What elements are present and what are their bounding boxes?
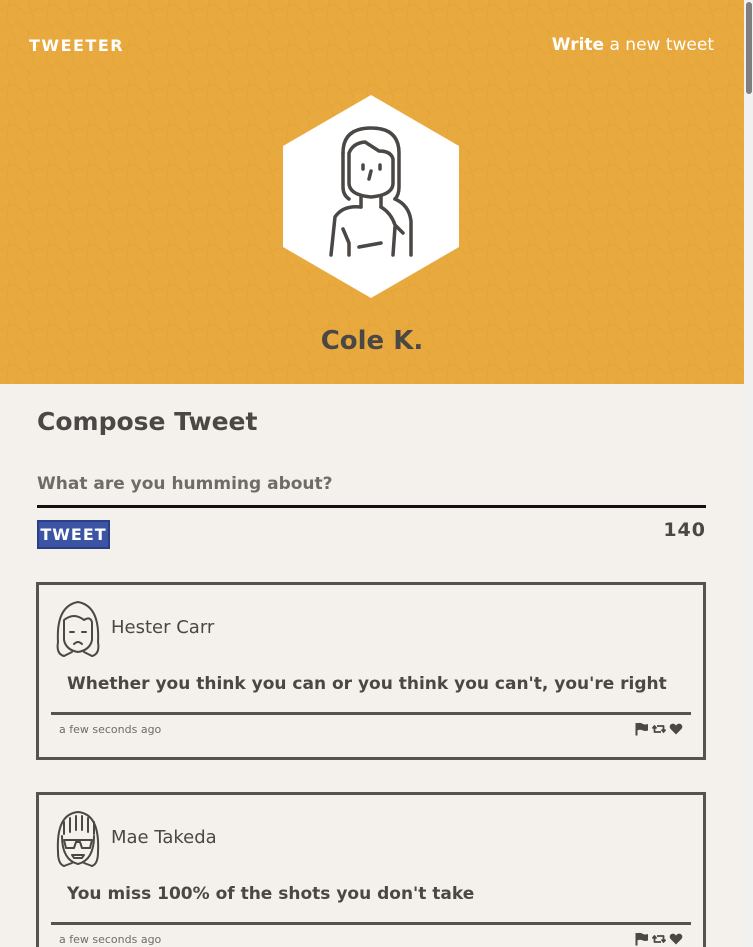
tweet-text-input[interactable] [37, 462, 706, 508]
retweet-icon[interactable] [652, 722, 666, 736]
heart-icon[interactable] [669, 722, 683, 736]
tweet-card: Mae Takeda You miss 100% of the shots yo… [36, 792, 706, 947]
retweet-icon[interactable] [652, 932, 666, 946]
heart-icon[interactable] [669, 932, 683, 946]
write-link-bold: Write [551, 35, 605, 55]
flag-icon[interactable] [635, 932, 649, 946]
character-counter: 140 [663, 519, 706, 541]
page: TWEETER Write a new tweet Cole K. Compos… [0, 0, 753, 947]
tweet-timestamp: a few seconds ago [59, 933, 162, 946]
profile-avatar [283, 95, 459, 298]
tweet-author[interactable]: Hester Carr [111, 617, 214, 638]
tweet-text: You miss 100% of the shots you don't tak… [67, 884, 475, 904]
tweet-submit-button[interactable]: TWEET [37, 520, 110, 549]
profile-header: TWEETER Write a new tweet Cole K. [0, 0, 744, 384]
woman-frown-avatar-icon [56, 601, 100, 657]
scrollbar-track[interactable] [744, 0, 753, 947]
tweet-actions [635, 722, 683, 736]
tweet-divider [51, 922, 691, 925]
flag-icon[interactable] [635, 722, 649, 736]
app-logo[interactable]: TWEETER [29, 36, 124, 55]
scrollbar-thumb[interactable] [746, 2, 752, 94]
write-tweet-link[interactable]: Write a new tweet [552, 35, 714, 55]
tweet-author[interactable]: Mae Takeda [111, 827, 217, 848]
woman-sunglasses-avatar-icon [56, 811, 100, 867]
profile-name: Cole K. [320, 326, 424, 356]
write-link-rest: a new tweet [604, 35, 714, 55]
compose-title: Compose Tweet [37, 407, 258, 436]
tweet-card: Hester Carr Whether you think you can or… [36, 582, 706, 760]
tweet-divider [51, 712, 691, 715]
tweet-timestamp: a few seconds ago [59, 723, 162, 736]
tweet-text: Whether you think you can or you think y… [67, 674, 667, 694]
tweet-actions [635, 932, 683, 946]
